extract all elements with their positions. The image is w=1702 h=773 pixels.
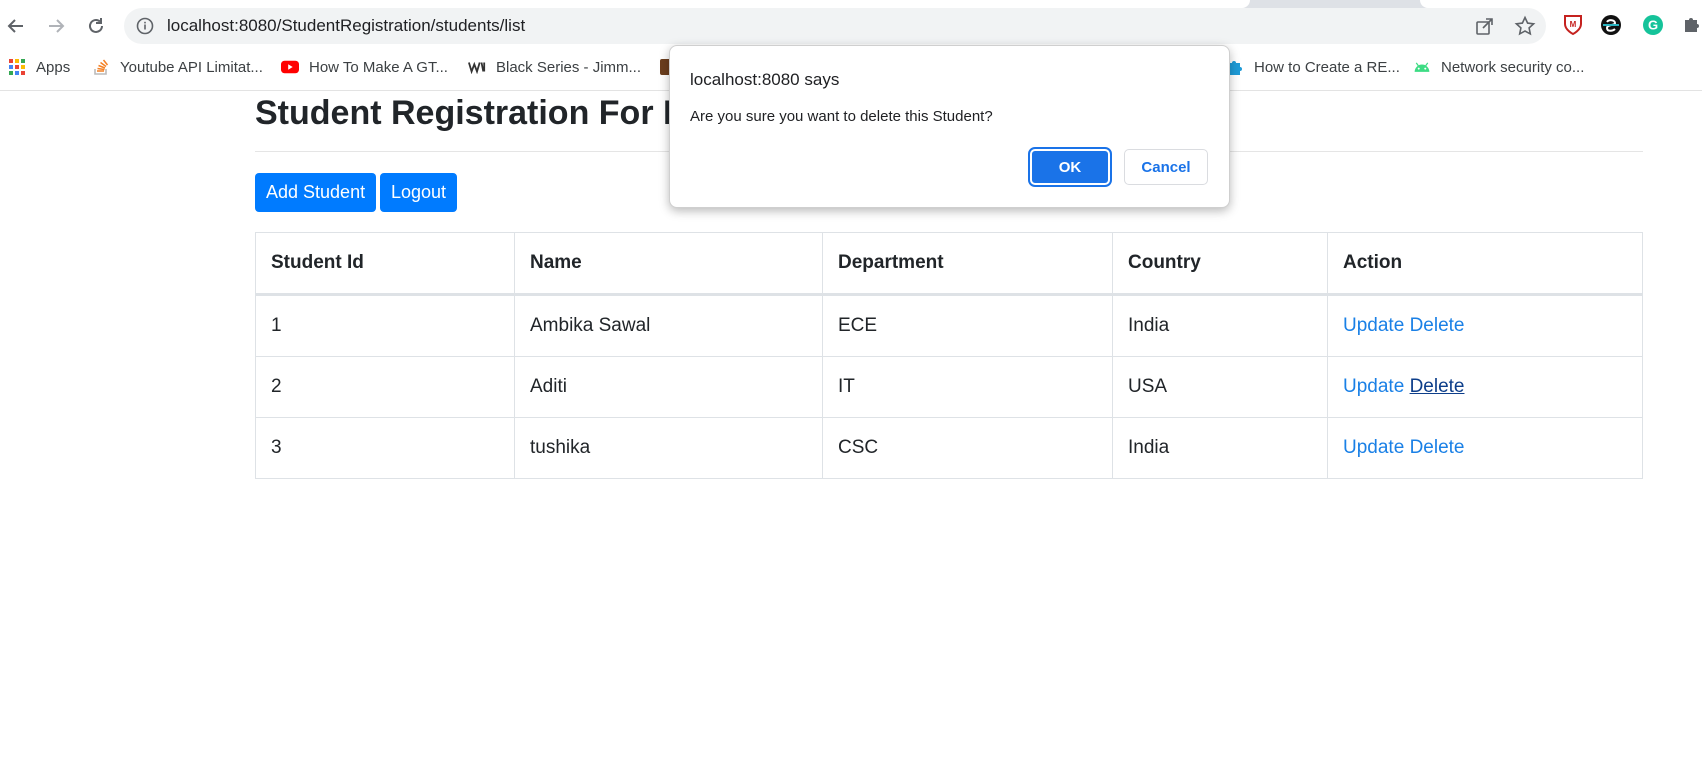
table-row: 3 tushika CSC India Update Delete (255, 417, 1643, 479)
svg-text:G: G (1648, 18, 1658, 33)
confirm-dialog: localhost:8080 says Are you sure you wan… (669, 45, 1230, 208)
table-row: 1 Ambika Sawal ECE India Update Delete (255, 294, 1643, 357)
grammarly-icon[interactable]: G (1642, 14, 1664, 41)
apps-grid-icon (8, 58, 26, 76)
svg-text:M: M (1570, 20, 1577, 29)
column-header-action: Action (1327, 232, 1643, 296)
dialog-message: Are you sure you want to delete this Stu… (690, 108, 993, 125)
logout-button[interactable]: Logout (380, 173, 458, 212)
table-header-row: Student Id Name Department Country Actio… (255, 232, 1643, 296)
cell-student-id: 1 (255, 294, 515, 357)
ok-button[interactable]: OK (1028, 147, 1112, 187)
delete-link[interactable]: Delete (1410, 376, 1465, 397)
cell-department: IT (822, 356, 1113, 418)
address-bar[interactable]: localhost:8080/StudentRegistration/stude… (124, 8, 1546, 44)
cell-name: Aditi (514, 356, 823, 418)
tab-edge-right (1420, 0, 1702, 8)
extensions-puzzle-icon[interactable] (1682, 14, 1702, 41)
bookmark-label: Youtube API Limitat... (120, 58, 263, 76)
page-title: Student Registration For D (255, 94, 688, 132)
cancel-button[interactable]: Cancel (1124, 149, 1208, 185)
tab-strip (0, 0, 1702, 8)
extension-s-icon[interactable] (1600, 14, 1622, 41)
cell-country: USA (1112, 356, 1328, 418)
forward-icon[interactable] (40, 10, 72, 42)
table-row: 2 Aditi IT USA Update Delete (255, 356, 1643, 418)
share-icon[interactable] (1474, 15, 1496, 42)
cell-student-id: 2 (255, 356, 515, 418)
delete-link[interactable]: Delete (1410, 315, 1465, 336)
wix-icon (468, 58, 486, 76)
cell-action: Update Delete (1327, 294, 1643, 357)
cell-country: India (1112, 417, 1328, 479)
bookmark-create-re[interactable]: How to Create a RE... (1226, 56, 1400, 78)
bookmark-network-security[interactable]: Network security co... (1413, 56, 1584, 78)
site-info-icon[interactable] (136, 17, 154, 35)
column-header-department: Department (822, 232, 1113, 296)
cell-name: Ambika Sawal (514, 294, 823, 357)
back-icon[interactable] (0, 10, 32, 42)
cell-department: CSC (822, 417, 1113, 479)
column-header-country: Country (1112, 232, 1328, 296)
android-icon (1413, 58, 1431, 76)
cell-name: tushika (514, 417, 823, 479)
update-link[interactable]: Update (1343, 315, 1404, 336)
add-student-button[interactable]: Add Student (255, 173, 377, 212)
active-tab-edge (0, 0, 1250, 8)
dialog-title: localhost:8080 says (690, 70, 840, 89)
bookmark-youtube-api[interactable]: Youtube API Limitat... (92, 56, 263, 78)
cell-student-id: 3 (255, 417, 515, 479)
bookmark-label: Network security co... (1441, 58, 1585, 76)
bookmark-label: How To Make A GT... (309, 58, 448, 76)
cell-action: Update Delete (1327, 417, 1643, 479)
bookmark-black-series[interactable]: Black Series - Jimm... (468, 56, 641, 78)
bookmark-label: Black Series - Jimm... (496, 58, 642, 76)
update-link[interactable]: Update (1343, 376, 1404, 397)
cell-action: Update Delete (1327, 356, 1643, 418)
bookmark-star-icon[interactable] (1514, 15, 1536, 42)
reload-icon[interactable] (80, 10, 112, 42)
column-header-name: Name (514, 232, 823, 296)
cell-country: India (1112, 294, 1328, 357)
students-table: Student Id Name Department Country Actio… (255, 232, 1643, 479)
cell-department: ECE (822, 294, 1113, 357)
bookmark-label: How to Create a RE... (1254, 58, 1400, 76)
delete-link[interactable]: Delete (1410, 437, 1465, 458)
bookmark-how-to-make[interactable]: How To Make A GT... (281, 56, 448, 78)
column-header-student-id: Student Id (255, 232, 515, 296)
stackoverflow-icon (92, 58, 110, 76)
extension-shield-icon[interactable]: M (1563, 14, 1583, 41)
url-text[interactable]: localhost:8080/StudentRegistration/stude… (167, 16, 525, 36)
bookmark-apps[interactable]: Apps (8, 56, 70, 78)
youtube-icon (281, 58, 299, 76)
update-link[interactable]: Update (1343, 437, 1404, 458)
bookmark-label: Apps (36, 58, 71, 76)
